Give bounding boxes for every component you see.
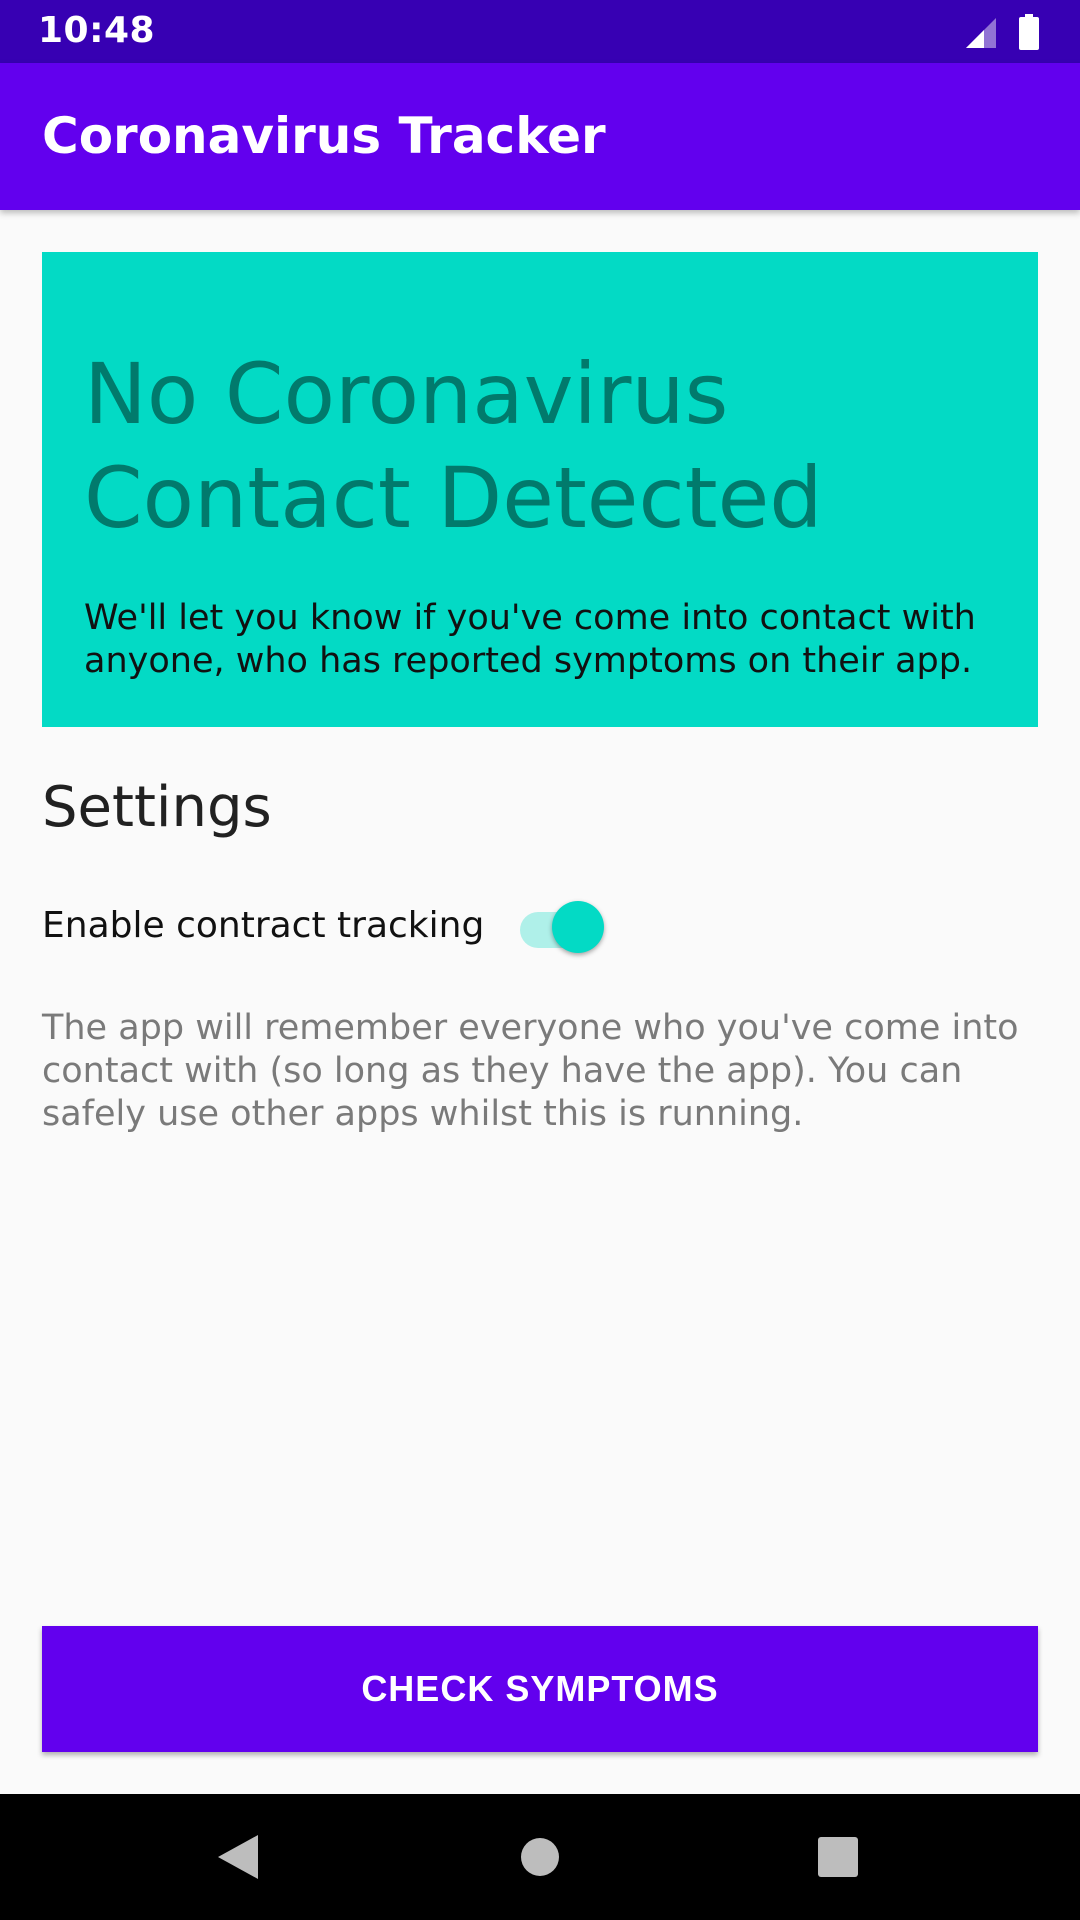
signal-icon [964,16,998,50]
contact-status-heading: No Coronavirus Contact Detected [84,345,823,547]
check-symptoms-button[interactable]: CHECK SYMPTOMS [42,1626,1038,1752]
back-button[interactable] [178,1794,298,1920]
home-button[interactable] [480,1794,600,1920]
settings-heading: Settings [42,775,272,840]
switch-thumb [552,901,605,953]
contact-status-card: No Coronavirus Contact Detected We'll le… [42,252,1038,727]
app-title: Coronavirus Tracker [42,107,606,165]
contact-tracking-switch[interactable] [514,895,605,955]
contact-tracking-label: Enable contract tracking [42,904,485,946]
recents-button[interactable] [778,1794,898,1920]
status-icons [964,14,1040,50]
contact-status-description: We'll let you know if you've come into c… [84,598,976,681]
app-screen: 10:48 Coronavirus Tracker No Coronavirus… [0,0,1080,1920]
status-time: 10:48 [38,10,156,51]
home-icon [521,1838,559,1876]
recents-icon [818,1837,858,1877]
contact-tracking-description: The app will remember everyone who you'v… [42,1008,1019,1134]
navigation-bar [0,1794,1080,1920]
app-bar: Coronavirus Tracker [0,63,1080,210]
battery-icon [1018,14,1040,50]
status-bar: 10:48 [0,0,1080,63]
back-icon [218,1835,258,1879]
contact-tracking-setting: Enable contract tracking [42,895,605,955]
